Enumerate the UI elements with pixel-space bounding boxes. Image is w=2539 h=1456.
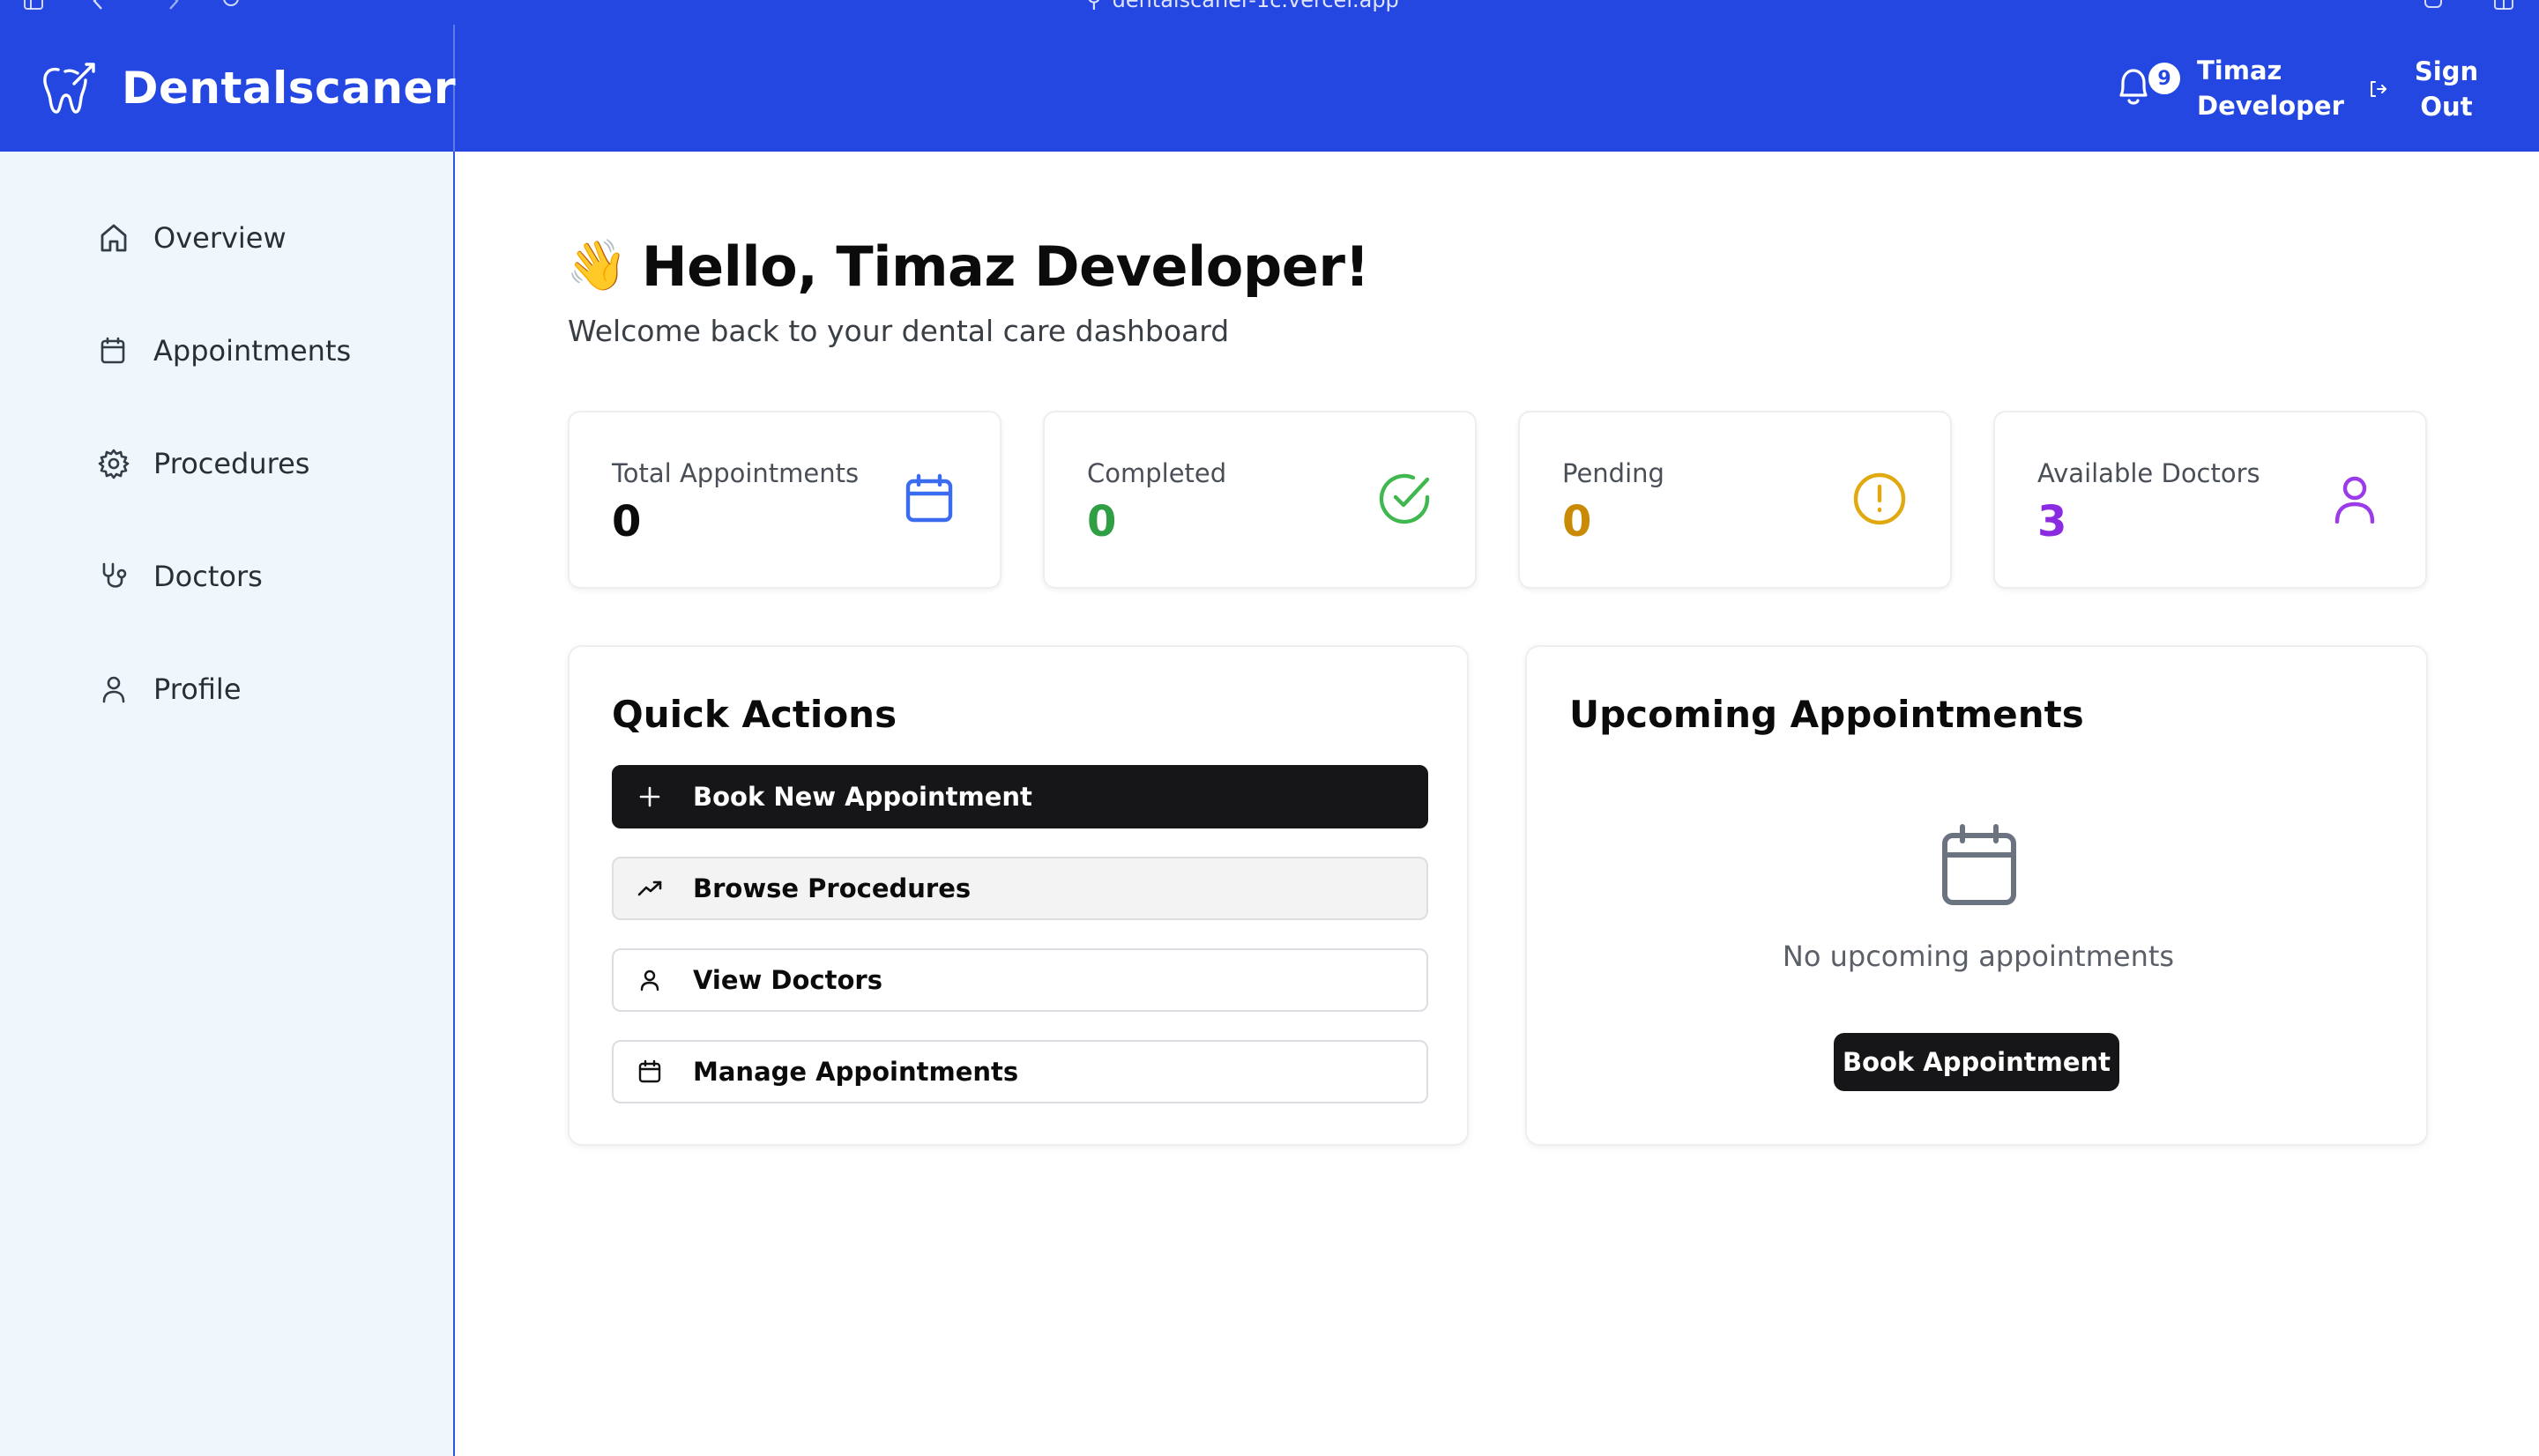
view-doctors-button[interactable]: View Doctors [612,948,1428,1012]
calendar-icon [901,471,957,527]
sidebar: Overview Appointments Procedures Doctors… [0,152,455,1456]
header-divider [453,25,455,152]
link-icon: ⚲ [1086,0,1102,12]
sidebar-item-label: Procedures [153,447,310,480]
brand-name: Dentalscaner [122,63,457,114]
sidebar-item-profile[interactable]: Profile [97,665,242,714]
tooth-logo-icon [39,61,97,115]
calendar-icon [97,334,130,368]
empty-state-text: No upcoming appointments [1782,940,2175,973]
sidebar-item-label: Overview [153,221,287,255]
top-header: Dentalscaner 9 Timaz Developer Sign Out [0,25,2539,152]
tabs-overview-icon[interactable] [2493,0,2514,11]
button-label: Manage Appointments [693,1057,1019,1087]
stethoscope-icon [97,560,130,593]
sidebar-item-doctors[interactable]: Doctors [97,552,263,601]
sidebar-item-label: Appointments [153,334,352,368]
waving-hand-icon: 👋 [566,237,628,294]
sidebar-item-procedures[interactable]: Procedures [97,439,309,488]
book-new-appointment-button[interactable]: Book New Appointment [612,765,1428,828]
log-out-icon [2368,79,2387,99]
sidebar-toggle-icon[interactable] [23,0,44,11]
gear-icon [97,447,130,480]
upcoming-appointments-panel: Upcoming Appointments No upcoming appoin… [1525,645,2428,1146]
brand[interactable]: Dentalscaner [39,56,456,120]
user-icon [97,672,130,706]
stat-card-pending: Pending 0 [1518,411,1952,589]
panel-title: Upcoming Appointments [1569,693,2084,736]
stat-card-available-doctors: Available Doctors 3 [1993,411,2427,589]
sidebar-item-appointments[interactable]: Appointments [97,326,351,375]
home-icon [97,221,130,255]
manage-appointments-button[interactable]: Manage Appointments [612,1040,1428,1103]
stat-label: Pending [1562,458,1664,488]
page-subtitle: Welcome back to your dental care dashboa… [568,314,1230,348]
user-icon [637,967,663,993]
check-circle-icon [1376,471,1433,527]
page-title: 👋 Hello, Timaz Developer! [566,231,1370,301]
browser-toolbar: ⚲ dentalscaner-1c.vercel.app [0,0,2539,25]
browse-procedures-button[interactable]: Browse Procedures [612,857,1428,920]
user-icon [2327,471,2383,527]
stat-value: 0 [612,497,642,546]
sidebar-item-label: Profile [153,672,242,706]
stat-value: 3 [2037,497,2067,546]
user-name[interactable]: Timaz Developer [2197,53,2356,123]
plus-icon [637,784,663,810]
book-appointment-button[interactable]: Book Appointment [1834,1033,2119,1091]
notification-count-badge: 9 [2146,60,2183,97]
address-bar[interactable]: ⚲ dentalscaner-1c.vercel.app [1086,0,1399,12]
button-label: View Doctors [693,965,882,995]
calendar-icon [637,1059,663,1085]
button-label: Book New Appointment [693,782,1032,812]
sidebar-item-overview[interactable]: Overview [97,213,287,263]
stat-value: 0 [1087,497,1117,546]
url-text: dentalscaner-1c.vercel.app [1112,0,1399,12]
quick-actions-panel: Quick Actions Book New Appointment Brows… [568,645,1469,1146]
forward-icon[interactable] [162,0,183,11]
stat-label: Completed [1087,458,1227,488]
stat-value: 0 [1562,497,1592,546]
stat-label: Total Appointments [612,458,860,488]
shield-icon [220,0,242,11]
calendar-icon [1940,823,2019,908]
button-label: Browse Procedures [693,873,972,903]
stat-card-completed: Completed 0 [1043,411,1477,589]
sidebar-item-label: Doctors [153,560,263,593]
alert-circle-icon [1851,471,1908,527]
sign-out-label: Sign Out [2414,56,2479,122]
stat-label: Available Doctors [2037,458,2260,488]
panel-title: Quick Actions [612,693,897,736]
trending-up-icon [637,875,663,902]
back-icon[interactable] [88,0,109,11]
sign-out-button[interactable]: Sign Out [2368,53,2486,125]
stat-card-total-appointments: Total Appointments 0 [568,411,1001,589]
greeting-text: Hello, Timaz Developer! [641,234,1370,299]
extension-icon[interactable] [2423,0,2444,11]
